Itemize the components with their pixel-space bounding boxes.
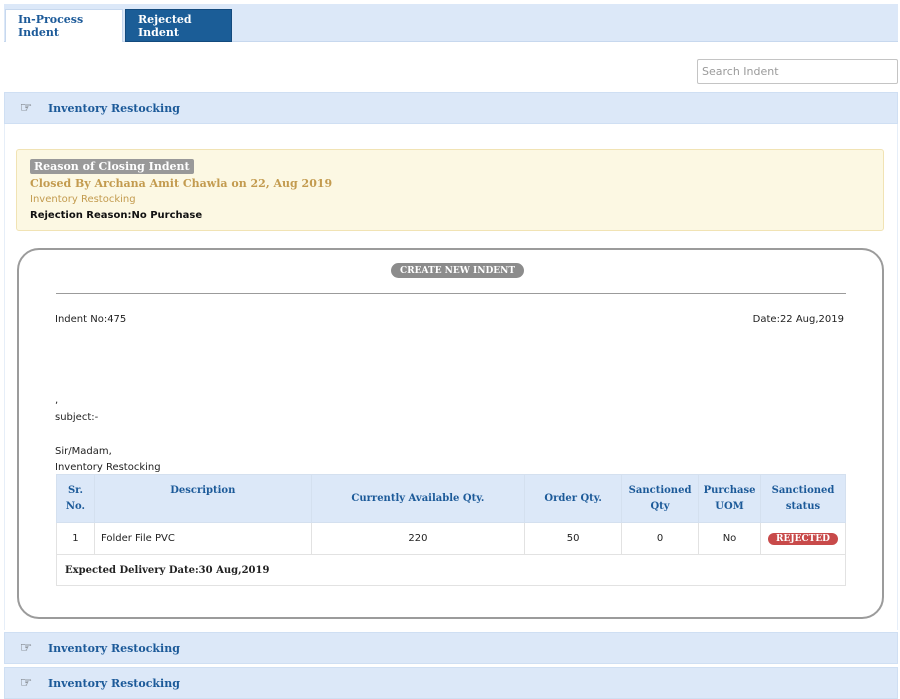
accordion-title: Inventory Restocking [48, 101, 180, 115]
pointing-hand-icon: ☞ [19, 100, 33, 116]
indent-tabs: In-Process Indent Rejected Indent [4, 4, 898, 42]
table-footer-row: Expected Delivery Date:30 Aug,2019 [56, 554, 846, 586]
accordion-header-inventory-restocking-3[interactable]: ☞ Inventory Restocking [4, 667, 898, 699]
pointing-hand-icon: ☞ [19, 675, 33, 691]
column-header-purchase-uom: Purchase UOM [698, 474, 761, 523]
indent-date: Date:22 Aug,2019 [752, 314, 844, 325]
column-header-order-qty: Order Qty. [524, 474, 623, 523]
address-line: , [55, 395, 59, 406]
indent-items-table: Sr. No. Description Currently Available … [56, 474, 846, 586]
tab-in-process-indent[interactable]: In-Process Indent [5, 9, 123, 42]
closed-by-text: Closed By Archana Amit Chawla on 22, Aug… [30, 177, 333, 190]
column-header-sr-no: Sr. No. [56, 474, 95, 523]
cell-order-qty: 50 [524, 522, 623, 555]
cell-sanctioned-qty: 0 [621, 522, 700, 555]
search-indent-input[interactable] [697, 59, 898, 84]
divider [56, 293, 846, 294]
column-header-available-qty: Currently Available Qty. [310, 474, 526, 523]
indent-number: Indent No:475 [55, 314, 127, 325]
accordion-title: Inventory Restocking [48, 641, 180, 655]
expected-delivery-date: Expected Delivery Date:30 Aug,2019 [56, 554, 846, 586]
pointing-hand-icon: ☞ [19, 640, 33, 656]
cell-description: Folder File PVC [93, 522, 312, 555]
accordion-header-inventory-restocking-1[interactable]: ☞ Inventory Restocking [4, 92, 898, 124]
cell-status: REJECTED [760, 522, 846, 555]
status-badge: REJECTED [768, 532, 838, 545]
column-header-sanctioned-qty: Sanctioned Qty [621, 474, 700, 523]
indent-card: CREATE NEW INDENT Indent No:475 Date:22 … [17, 248, 884, 619]
table-row: 1 Folder File PVC 220 50 0 No REJECTED [56, 522, 846, 555]
closing-reason-panel: Reason of Closing Indent Closed By Archa… [16, 149, 884, 231]
cell-sr-no: 1 [56, 522, 95, 555]
accordion-title: Inventory Restocking [48, 676, 180, 690]
salutation-line: Sir/Madam, [55, 446, 112, 457]
tab-rejected-indent[interactable]: Rejected Indent [125, 9, 232, 42]
subject-line: subject:- [55, 412, 99, 423]
accordion-header-inventory-restocking-2[interactable]: ☞ Inventory Restocking [4, 632, 898, 664]
reason-subtitle: Inventory Restocking [30, 194, 136, 205]
table-header-row: Sr. No. Description Currently Available … [56, 474, 846, 523]
cell-purchase-uom: No [698, 522, 761, 555]
column-header-sanctioned-status: Sanctioned status [760, 474, 846, 523]
letter-body: Inventory Restocking [55, 462, 161, 473]
cell-available-qty: 220 [310, 522, 526, 555]
create-new-indent-button[interactable]: CREATE NEW INDENT [391, 263, 525, 278]
rejection-reason-text: Rejection Reason:No Purchase [30, 210, 203, 221]
reason-label-badge: Reason of Closing Indent [30, 159, 194, 174]
column-header-description: Description [93, 474, 312, 523]
